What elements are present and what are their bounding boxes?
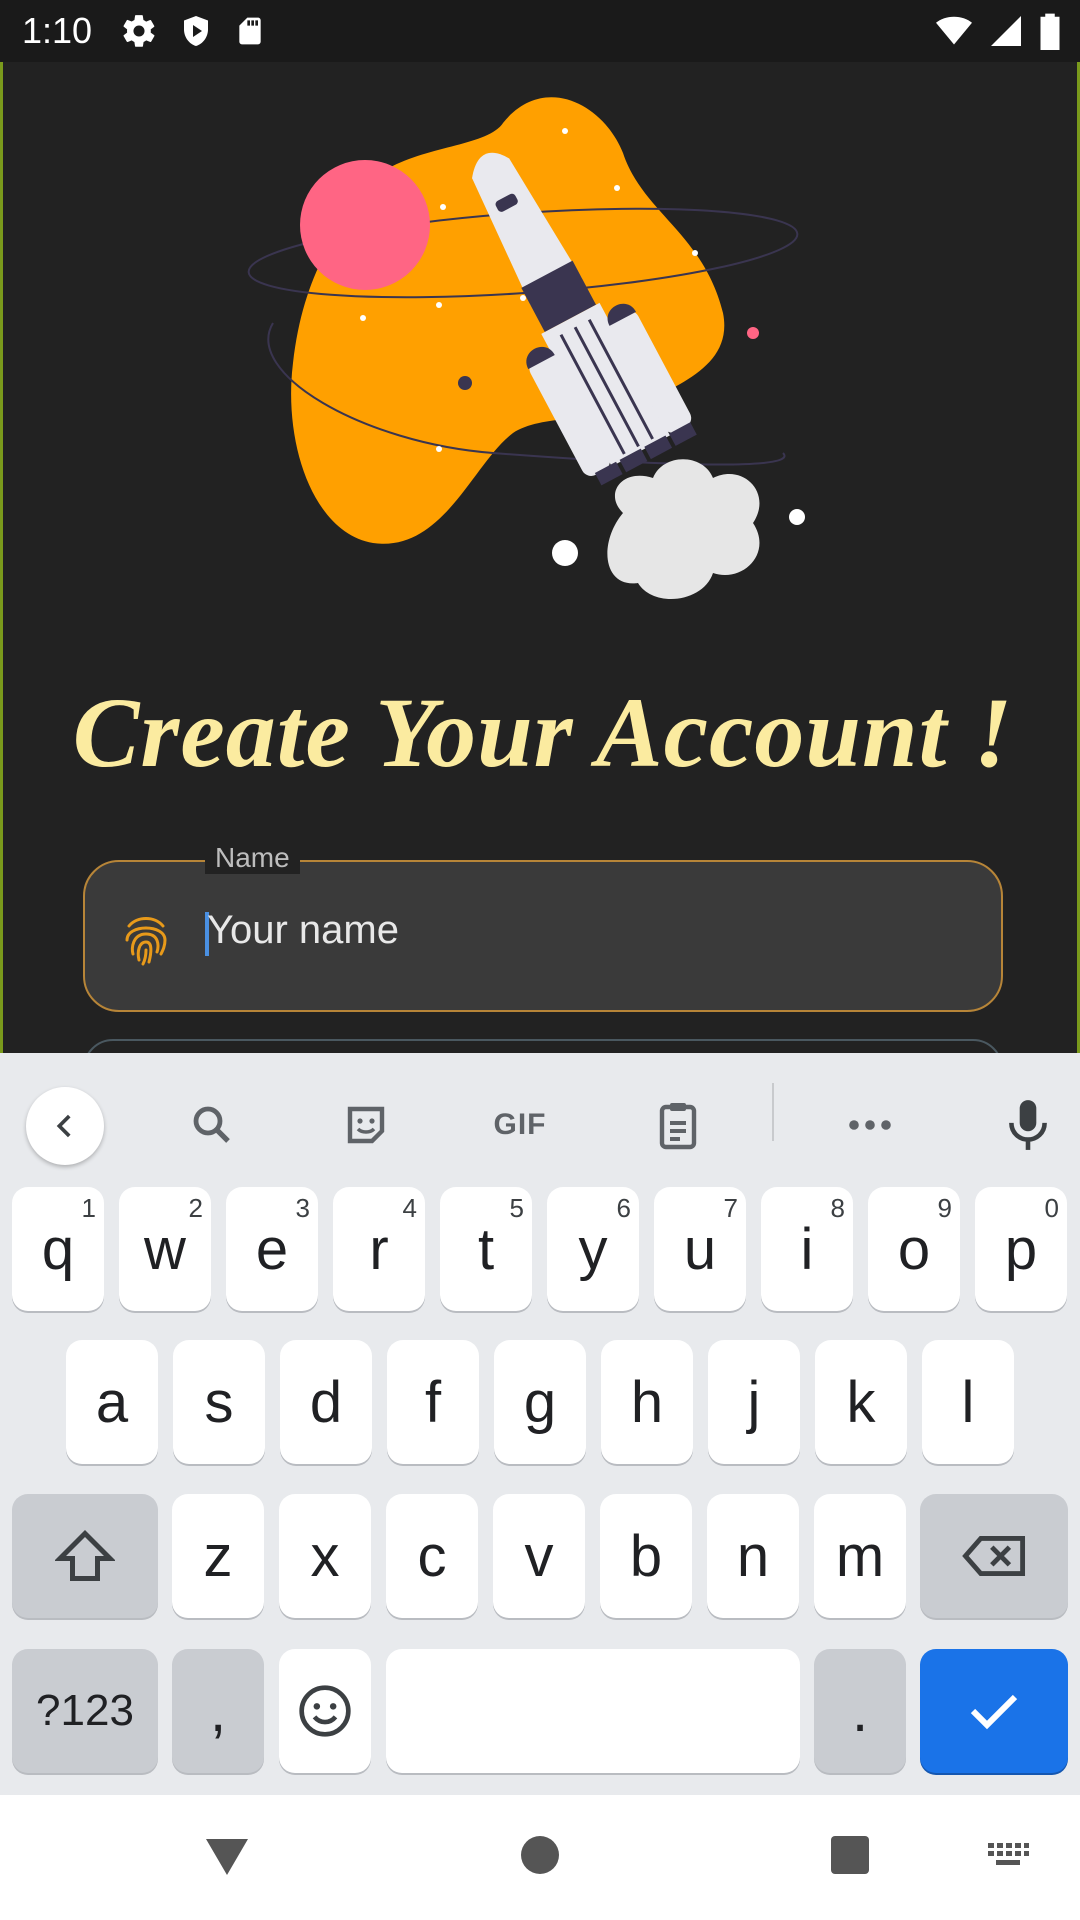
key-label: w (144, 1216, 186, 1282)
clipboard-icon[interactable] (646, 1093, 710, 1157)
key-n[interactable]: n (707, 1494, 799, 1618)
key-w[interactable]: w2 (119, 1187, 211, 1311)
key-u[interactable]: u7 (654, 1187, 746, 1311)
keyboard-toolbar: GIF (0, 1053, 1080, 1165)
key-hint: 9 (937, 1193, 952, 1223)
key-hint: 8 (830, 1193, 845, 1223)
gear-icon (123, 15, 155, 47)
key-a[interactable]: a (66, 1340, 158, 1464)
key-hint: 1 (81, 1193, 96, 1223)
toolbar-divider (772, 1083, 774, 1141)
key-hint: 4 (402, 1193, 417, 1223)
rocket-illustration (247, 97, 805, 600)
shift-key[interactable] (12, 1494, 158, 1618)
shift-icon (55, 1529, 115, 1581)
check-icon (970, 1694, 1018, 1730)
gif-button[interactable]: GIF (488, 1093, 552, 1157)
more-icon[interactable] (838, 1093, 902, 1157)
key-hint: 6 (616, 1193, 631, 1223)
sdcard-icon (239, 17, 261, 45)
square-recents-icon[interactable] (830, 1835, 870, 1875)
soft-keyboard: GIF ?123 , . q1w2e3r4t5y6u7i8o9p0asdfghj… (0, 1053, 1080, 1795)
space-key[interactable] (386, 1649, 800, 1773)
key-h[interactable]: h (601, 1340, 693, 1464)
enter-key[interactable] (920, 1649, 1068, 1773)
key-m[interactable]: m (814, 1494, 906, 1618)
key-hint: 0 (1044, 1193, 1059, 1223)
key-t[interactable]: t5 (440, 1187, 532, 1311)
navigation-bar (0, 1795, 1080, 1920)
symbols-key[interactable]: ?123 (12, 1649, 158, 1773)
status-time: 1:10 (22, 10, 93, 51)
name-field[interactable]: Name Your name (83, 842, 1003, 1012)
next-field-edge[interactable] (83, 1039, 1003, 1053)
key-b[interactable]: b (600, 1494, 692, 1618)
key-d[interactable]: d (280, 1340, 372, 1464)
key-v[interactable]: v (493, 1494, 585, 1618)
key-hint: 2 (188, 1193, 203, 1223)
key-label: p (1004, 1216, 1038, 1282)
key-g[interactable]: g (494, 1340, 586, 1464)
key-hint: 5 (509, 1193, 524, 1223)
wifi-icon (936, 16, 972, 45)
key-y[interactable]: y6 (547, 1187, 639, 1311)
name-input[interactable]: Your name (207, 908, 399, 953)
key-s[interactable]: s (173, 1340, 265, 1464)
mic-icon[interactable] (996, 1093, 1060, 1157)
triangle-back-icon[interactable] (202, 1835, 252, 1879)
key-p[interactable]: p0 (975, 1187, 1067, 1311)
search-icon[interactable] (180, 1093, 244, 1157)
key-label: i (800, 1216, 814, 1282)
key-label: y (578, 1216, 608, 1282)
backspace-icon (962, 1535, 1026, 1577)
backspace-key[interactable] (920, 1494, 1068, 1618)
key-z[interactable]: z (172, 1494, 264, 1618)
key-hint: 7 (723, 1193, 738, 1223)
key-label: q (41, 1216, 75, 1282)
key-label: r (369, 1216, 389, 1282)
keyboard-icon[interactable] (986, 1841, 1030, 1869)
key-i[interactable]: i8 (761, 1187, 853, 1311)
emoji-key[interactable] (279, 1649, 371, 1773)
key-l[interactable]: l (922, 1340, 1014, 1464)
period-key[interactable]: . (814, 1649, 906, 1773)
sticker-icon[interactable] (334, 1093, 398, 1157)
key-label: o (897, 1216, 931, 1282)
emoji-icon (299, 1685, 351, 1737)
shield-icon (184, 16, 208, 46)
key-j[interactable]: j (708, 1340, 800, 1464)
app-screen: HappyTone (0, 0, 1080, 1053)
key-e[interactable]: e3 (226, 1187, 318, 1311)
circle-home-icon[interactable] (520, 1835, 560, 1875)
key-q[interactable]: q1 (12, 1187, 104, 1311)
signal-icon (991, 16, 1021, 46)
status-bar: 1:10 (0, 0, 1080, 62)
key-f[interactable]: f (387, 1340, 479, 1464)
page-title: Create Your Account ! (72, 677, 1014, 788)
key-c[interactable]: c (386, 1494, 478, 1618)
key-k[interactable]: k (815, 1340, 907, 1464)
fingerprint-icon (125, 917, 167, 966)
key-hint: 3 (295, 1193, 310, 1223)
key-label: u (683, 1216, 717, 1282)
key-label: t (477, 1216, 495, 1282)
comma-key[interactable]: , (172, 1649, 264, 1773)
chevron-left-icon[interactable] (26, 1087, 104, 1165)
name-field-label: Name (205, 842, 300, 874)
key-label: e (255, 1216, 289, 1282)
key-x[interactable]: x (279, 1494, 371, 1618)
gif-label: GIF (493, 1108, 547, 1141)
battery-icon (1040, 13, 1060, 50)
key-r[interactable]: r4 (333, 1187, 425, 1311)
key-o[interactable]: o9 (868, 1187, 960, 1311)
